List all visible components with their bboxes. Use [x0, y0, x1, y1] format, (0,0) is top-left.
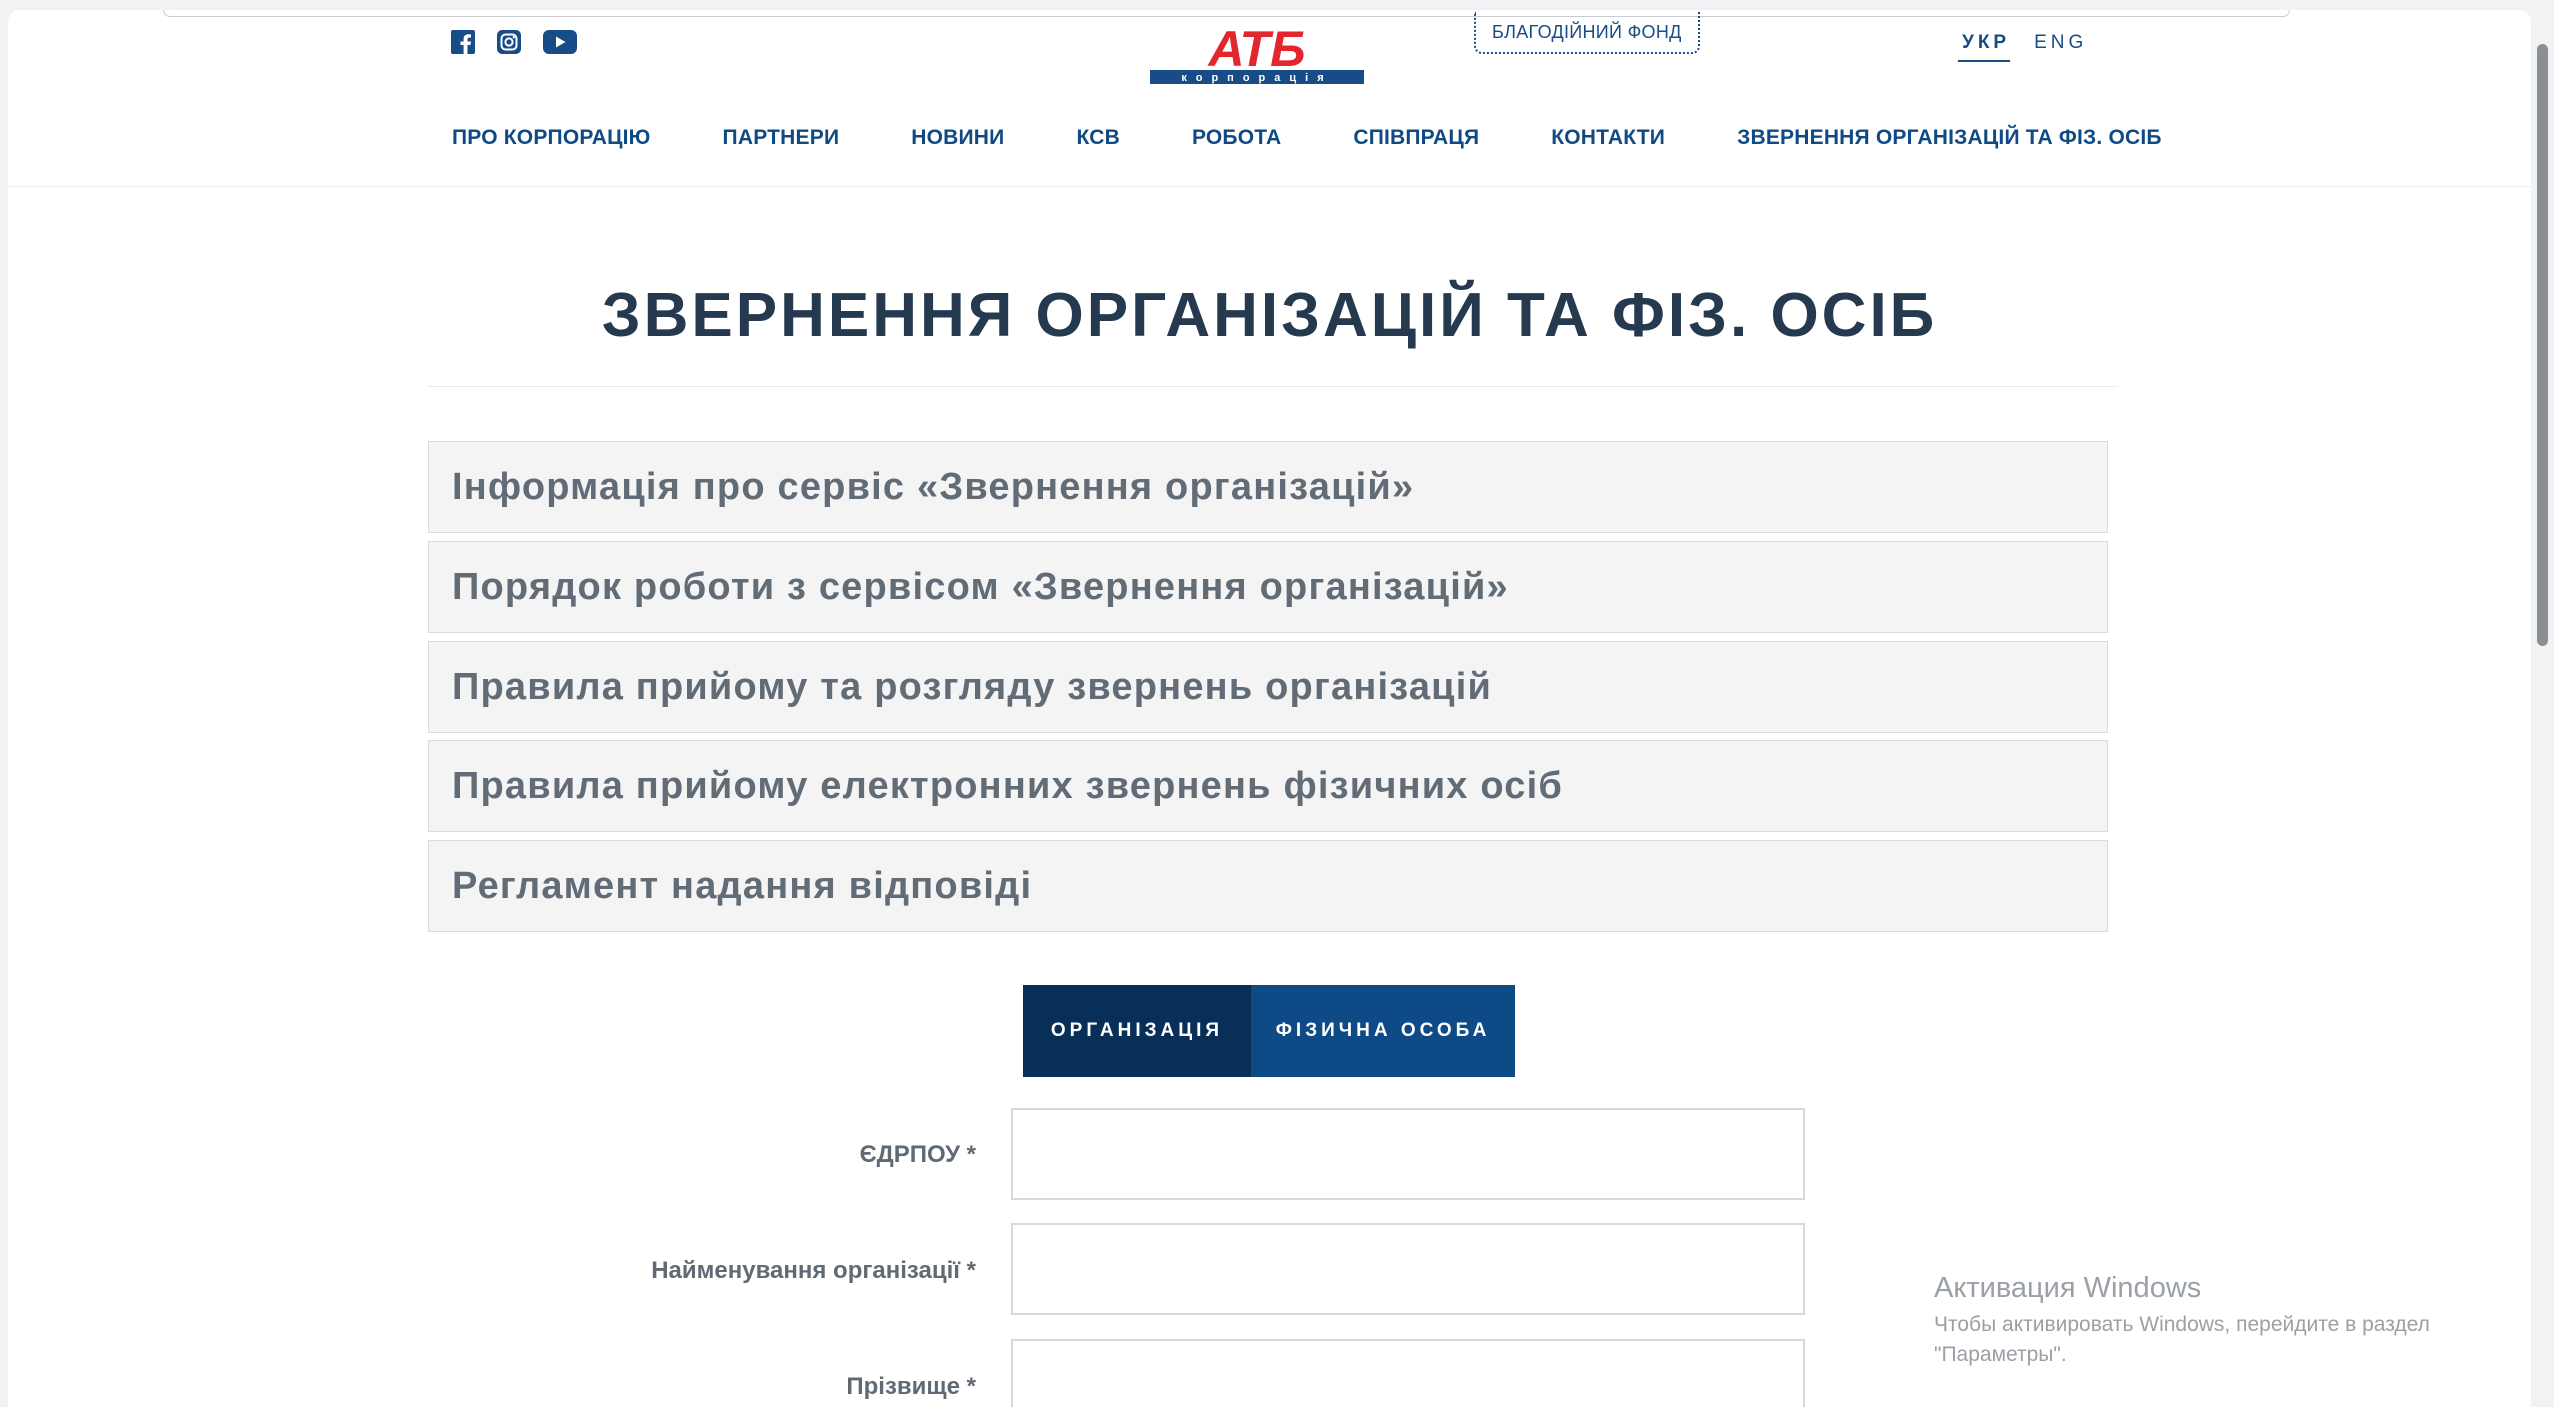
windows-activation-text: Чтобы активировать Windows, перейдите в …: [1934, 1310, 2494, 1370]
surname-label: Прізвище *: [846, 1373, 976, 1400]
lang-ukr[interactable]: УКР: [1958, 32, 2011, 62]
page-title: ЗВЕРНЕННЯ ОРГАНІЗАЦІЙ ТА ФІЗ. ОСІБ: [601, 281, 1938, 350]
tab-organization[interactable]: ОРГАНІЗАЦІЯ: [1023, 985, 1251, 1077]
accordion-item-response-regulations[interactable]: Регламент надання відповіді: [428, 840, 2108, 932]
top-bar-rim: [163, 10, 2290, 17]
main-nav: ПРО КОРПОРАЦІЮ ПАРТНЕРИ НОВИНИ КСВ РОБОТ…: [452, 126, 2162, 150]
nav-item-about[interactable]: ПРО КОРПОРАЦІЮ: [452, 126, 651, 150]
nav-item-appeals[interactable]: ЗВЕРНЕННЯ ОРГАНІЗАЦІЙ ТА ФІЗ. ОСІБ: [1737, 126, 2162, 150]
logo-subtitle: корпорація: [1181, 72, 1332, 84]
scrollbar-thumb[interactable]: [2537, 44, 2548, 646]
nav-item-csr[interactable]: КСВ: [1076, 126, 1119, 150]
accordion-item-org-rules[interactable]: Правила прийому та розгляду звернень орг…: [428, 641, 2108, 733]
lang-eng[interactable]: ENG: [2034, 32, 2087, 62]
browser-page: АТБ корпорація БЛАГОДІЙНИЙ ФОНД УКР ENG …: [8, 10, 2531, 1407]
edrpou-label: ЄДРПОУ *: [859, 1141, 976, 1168]
org-name-label: Найменування організації *: [651, 1257, 976, 1284]
atb-logo[interactable]: АТБ корпорація: [1150, 26, 1364, 86]
title-divider: [428, 386, 2118, 387]
logo-text: АТБ: [1207, 26, 1306, 77]
windows-activation-line2: "Параметры".: [1934, 1343, 2067, 1366]
nav-item-news[interactable]: НОВИНИ: [911, 126, 1004, 150]
nav-item-contacts[interactable]: КОНТАКТИ: [1551, 126, 1665, 150]
appeal-type-tabs: ОРГАНІЗАЦІЯ ФІЗИЧНА ОСОБА: [1023, 985, 1515, 1077]
instagram-icon[interactable]: [497, 30, 521, 54]
accordion-item-service-procedure[interactable]: Порядок роботи з сервісом «Звернення орг…: [428, 541, 2108, 633]
language-switcher: УКР ENG: [1958, 32, 2087, 62]
facebook-icon[interactable]: [451, 30, 475, 54]
windows-activation-title: Активация Windows: [1934, 1272, 2202, 1304]
org-name-input[interactable]: [1011, 1223, 1805, 1315]
surname-input[interactable]: [1011, 1339, 1805, 1407]
charity-fund-link[interactable]: БЛАГОДІЙНИЙ ФОНД: [1474, 12, 1700, 54]
header-divider: [8, 186, 2531, 187]
nav-item-cooperation[interactable]: СПІВПРАЦЯ: [1353, 126, 1479, 150]
social-links: [451, 30, 577, 54]
youtube-icon[interactable]: [543, 30, 577, 54]
nav-item-partners[interactable]: ПАРТНЕРИ: [723, 126, 840, 150]
tab-person[interactable]: ФІЗИЧНА ОСОБА: [1251, 985, 1515, 1077]
accordion-item-service-info[interactable]: Інформація про сервіс «Звернення організ…: [428, 441, 2108, 533]
accordion-item-person-rules[interactable]: Правила прийому електронних звернень фіз…: [428, 740, 2108, 832]
windows-activation-line1: Чтобы активировать Windows, перейдите в …: [1934, 1313, 2430, 1336]
nav-item-jobs[interactable]: РОБОТА: [1192, 126, 1281, 150]
edrpou-input[interactable]: [1011, 1108, 1805, 1200]
